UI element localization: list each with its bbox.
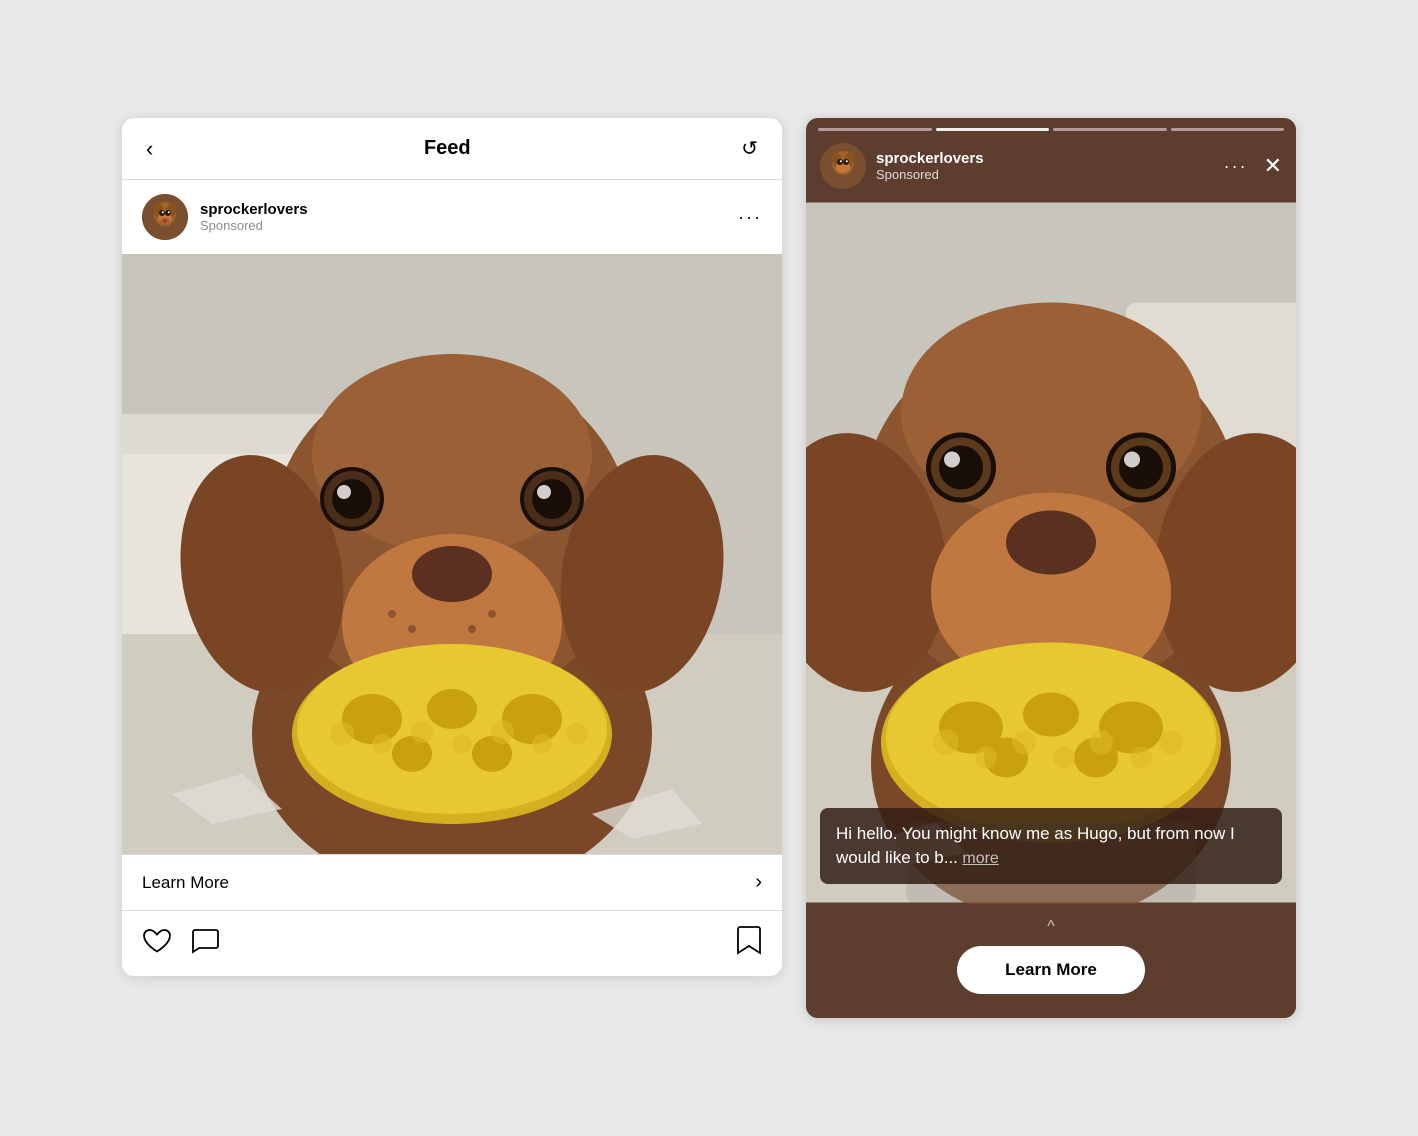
swipe-up-indicator: ^	[1047, 918, 1055, 936]
story-more-button[interactable]: ···	[1224, 156, 1248, 177]
back-button[interactable]: ‹	[146, 138, 153, 160]
post-image	[122, 254, 782, 854]
story-sponsored: Sponsored	[876, 167, 984, 182]
progress-segment-1	[818, 128, 932, 131]
progress-segment-2	[936, 128, 1050, 131]
progress-segment-4	[1171, 128, 1285, 131]
post-header: sprockerlovers Sponsored ···	[122, 180, 782, 254]
story-close-button[interactable]: ✕	[1264, 153, 1282, 179]
post-actions	[122, 911, 782, 976]
story-controls: ··· ✕	[1224, 153, 1282, 179]
feed-panel: ‹ Feed ↺	[122, 118, 782, 976]
story-image: Hi hello. You might know me as Hugo, but…	[806, 201, 1296, 904]
story-more-link[interactable]: more	[962, 850, 998, 867]
story-bottom: ^ Learn More	[806, 904, 1296, 1018]
like-button[interactable]	[142, 926, 172, 961]
post-username: sprockerlovers	[200, 201, 308, 218]
avatar-image	[142, 194, 188, 240]
comment-button[interactable]	[190, 926, 220, 961]
feed-title: Feed	[424, 137, 471, 160]
post-cta-label: Learn More	[142, 873, 229, 893]
story-username: sprockerlovers	[876, 150, 984, 167]
story-learn-more-button[interactable]: Learn More	[957, 946, 1145, 994]
story-header: sprockerlovers Sponsored ··· ✕	[806, 137, 1296, 201]
story-progress-bar	[806, 118, 1296, 137]
refresh-button[interactable]: ↺	[741, 136, 758, 161]
dog-photo-story	[806, 201, 1296, 904]
story-user-info: sprockerlovers Sponsored	[820, 143, 984, 189]
post-actions-left	[142, 926, 220, 961]
story-user-text: sprockerlovers Sponsored	[876, 150, 984, 182]
story-avatar-image	[820, 143, 866, 189]
story-avatar	[820, 143, 866, 189]
feed-header: ‹ Feed ↺	[122, 118, 782, 180]
post-cta-arrow: ›	[755, 871, 762, 894]
post-sponsored: Sponsored	[200, 218, 308, 233]
story-panel: sprockerlovers Sponsored ··· ✕	[806, 118, 1296, 1018]
post-cta[interactable]: Learn More ›	[122, 854, 782, 911]
story-caption-text: Hi hello. You might know me as Hugo, but…	[836, 824, 1235, 867]
story-caption: Hi hello. You might know me as Hugo, but…	[820, 808, 1282, 884]
post-user-text: sprockerlovers Sponsored	[200, 201, 308, 233]
dog-photo-feed	[122, 254, 782, 854]
avatar	[142, 194, 188, 240]
post-user-info: sprockerlovers Sponsored	[142, 194, 308, 240]
main-container: ‹ Feed ↺	[82, 78, 1336, 1058]
post-more-button[interactable]: ···	[738, 207, 762, 228]
bookmark-button[interactable]	[736, 925, 762, 962]
progress-segment-3	[1053, 128, 1167, 131]
